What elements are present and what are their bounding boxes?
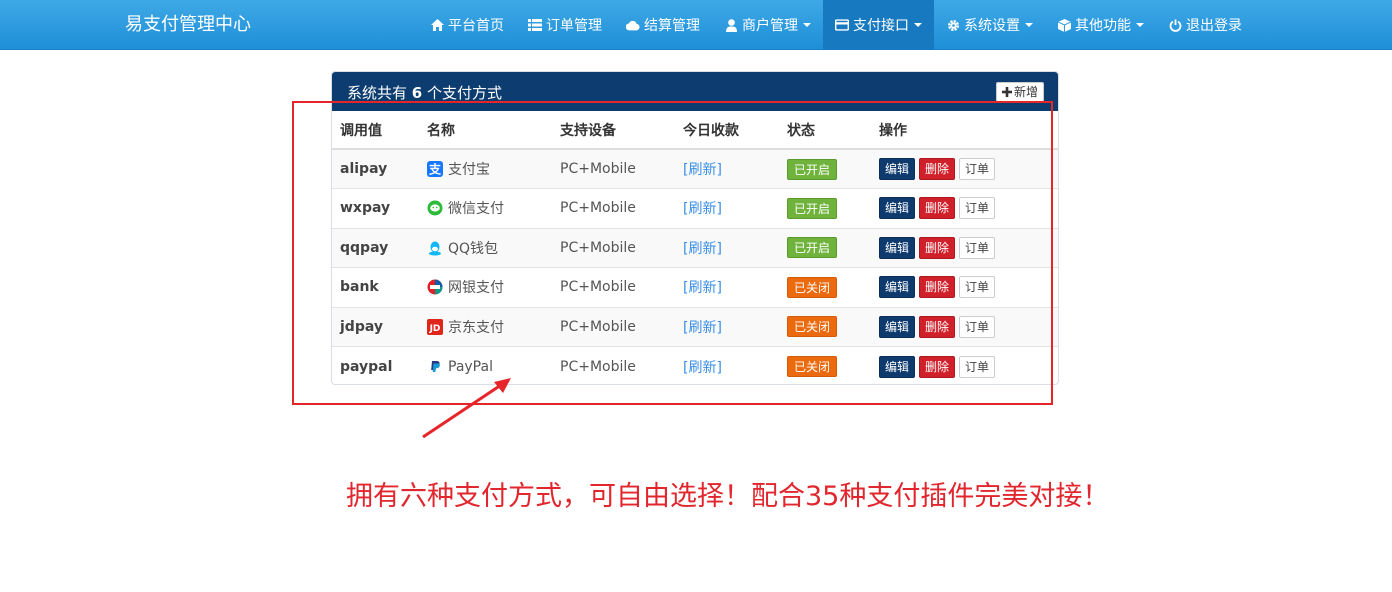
nav-item-label: 其他功能	[1075, 18, 1131, 34]
nav-item-label: 系统设置	[964, 18, 1020, 34]
add-button-label: 新增	[1013, 85, 1038, 99]
nav-item-label: 商户管理	[742, 18, 798, 34]
home-icon	[430, 18, 444, 32]
title-suffix: 个支付方式	[427, 84, 503, 102]
title-prefix: 系统共有	[347, 84, 408, 102]
annotation-arrow-icon	[422, 378, 511, 439]
user-icon	[724, 18, 738, 32]
method-count: 6	[411, 84, 423, 102]
panel-title: 系统共有 6 个支付方式	[347, 82, 502, 103]
chevron-down-icon	[914, 23, 922, 27]
add-button[interactable]: 新增	[995, 82, 1044, 102]
nav-item-settlement[interactable]: 结算管理	[614, 0, 712, 50]
chevron-down-icon	[1025, 23, 1033, 27]
nav-item-label: 支付接口	[853, 18, 909, 34]
nav-item-label: 结算管理	[644, 18, 700, 34]
gear-icon	[946, 18, 960, 32]
nav-item-label: 退出登录	[1186, 18, 1242, 34]
list-icon	[528, 18, 542, 32]
nav-item-merchants[interactable]: 商户管理	[712, 0, 823, 50]
cloud-icon	[626, 18, 640, 32]
top-navbar: 易支付管理中心 平台首页 订单管理 结算管理 商户管理 支付接口 系统设置 其他…	[0, 0, 1392, 50]
plus-icon	[1001, 87, 1012, 97]
nav-item-payment-interface[interactable]: 支付接口	[823, 0, 934, 50]
chevron-down-icon	[1136, 23, 1144, 27]
power-icon	[1168, 18, 1182, 32]
brand-title[interactable]: 易支付管理中心	[125, 0, 251, 50]
cube-icon	[1057, 18, 1071, 32]
nav-item-home[interactable]: 平台首页	[418, 0, 516, 50]
nav-item-other[interactable]: 其他功能	[1045, 0, 1156, 50]
annotation-text: 拥有六种支付方式，可自由选择！配合35种支付插件完美对接！	[346, 481, 1110, 512]
nav-item-label: 平台首页	[448, 18, 504, 34]
chevron-down-icon	[803, 23, 811, 27]
nav-item-system-settings[interactable]: 系统设置	[934, 0, 1045, 50]
highlight-box	[292, 101, 1053, 405]
main-nav: 平台首页 订单管理 结算管理 商户管理 支付接口 系统设置 其他功能 退出登录	[418, 0, 1254, 50]
nav-item-logout[interactable]: 退出登录	[1156, 0, 1254, 50]
nav-item-label: 订单管理	[546, 18, 602, 34]
nav-item-orders[interactable]: 订单管理	[516, 0, 614, 50]
credit-card-icon	[835, 18, 849, 32]
